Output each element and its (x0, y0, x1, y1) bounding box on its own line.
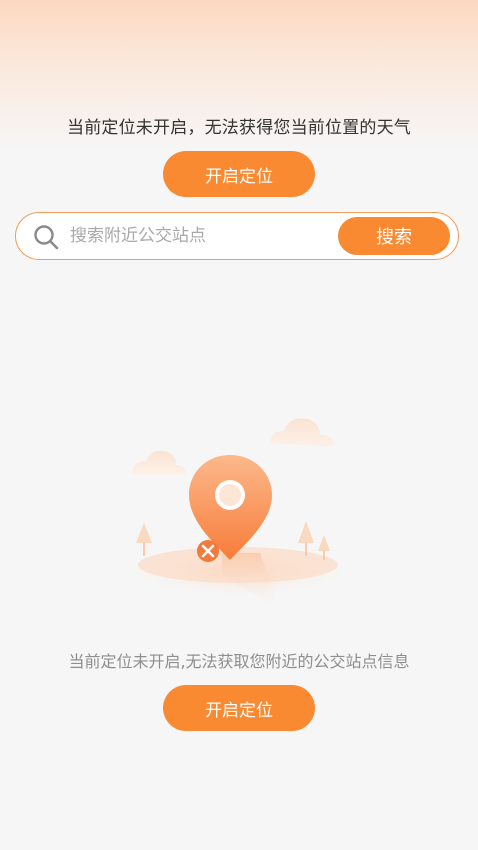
station-location-disabled-message: 当前定位未开启,无法获取您附近的公交站点信息 (68, 652, 410, 671)
enable-location-button-stations[interactable]: 开启定位 (163, 685, 315, 731)
search-button[interactable]: 搜索 (338, 217, 450, 255)
tree-icon (136, 523, 152, 556)
search-bar: 搜索 (15, 212, 459, 260)
cloud-icon (270, 418, 334, 447)
enable-location-button-weather[interactable]: 开启定位 (163, 151, 315, 197)
search-icon (34, 225, 59, 250)
disabled-x-icon (197, 540, 219, 562)
cloud-icon (132, 450, 186, 475)
location-disabled-illustration (120, 418, 356, 610)
search-input[interactable] (70, 221, 340, 251)
weather-location-disabled-message: 当前定位未开启，无法获得您当前位置的天气 (67, 118, 411, 138)
